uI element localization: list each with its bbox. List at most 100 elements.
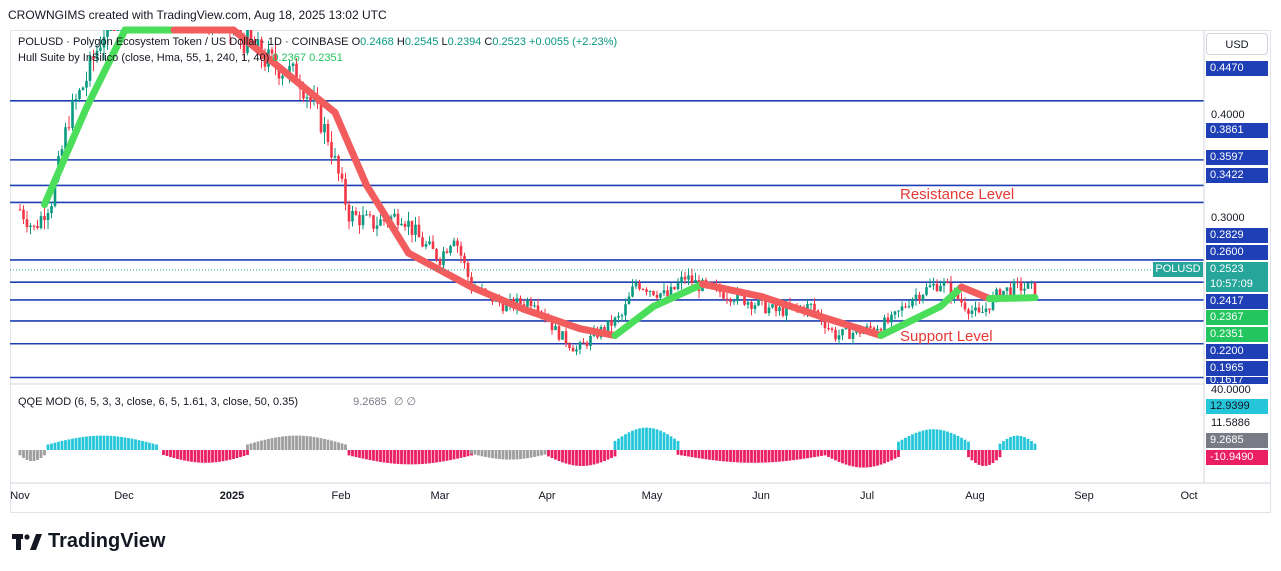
qqe-bar bbox=[757, 450, 760, 463]
level-label: 0.1965 bbox=[1206, 361, 1268, 376]
qqe-bar bbox=[631, 430, 634, 450]
candle-body bbox=[417, 224, 421, 238]
qqe-bar bbox=[470, 450, 473, 454]
qqe-bar bbox=[596, 450, 599, 464]
qqe-bar bbox=[417, 450, 421, 465]
low-value: 0.2394 bbox=[447, 36, 482, 48]
qqe-bar bbox=[263, 439, 267, 450]
candle-body bbox=[337, 156, 340, 174]
qqe-bar bbox=[753, 450, 757, 463]
qqe-bar bbox=[907, 435, 911, 450]
qqe-bar bbox=[960, 437, 963, 450]
qqe-bar bbox=[687, 450, 690, 457]
resistance-annotation: Resistance Level bbox=[900, 186, 1015, 203]
candle-body bbox=[407, 220, 410, 227]
support-annotation: Support Level bbox=[900, 328, 993, 345]
candle-body bbox=[1016, 281, 1019, 283]
qqe-bar bbox=[708, 450, 711, 460]
qqe-bar bbox=[389, 450, 393, 464]
time-tick: Jul bbox=[859, 490, 875, 502]
qqe-bar bbox=[302, 435, 305, 450]
candle-body bbox=[886, 317, 890, 323]
candle-body bbox=[778, 307, 781, 312]
time-tick: Dec bbox=[114, 490, 134, 502]
candle-body bbox=[319, 103, 323, 133]
change-value: +0.0055 (+2.23%) bbox=[529, 36, 618, 48]
qqe-bar bbox=[963, 439, 967, 450]
high-label: H bbox=[396, 36, 405, 48]
qqe-label: QQE MOD (6, 5, 3, 3, close, 6, 5, 1.61, … bbox=[18, 396, 299, 408]
candle-body bbox=[463, 255, 466, 263]
qqe-bar bbox=[305, 436, 309, 450]
qqe-bar bbox=[211, 450, 214, 463]
candle-body bbox=[722, 292, 725, 299]
qqe-bar bbox=[935, 429, 939, 450]
candle-body bbox=[330, 142, 333, 158]
qqe-red-badge: -10.9490 bbox=[1206, 450, 1268, 465]
qqe-bar bbox=[267, 438, 270, 450]
candle-body bbox=[655, 294, 659, 298]
candle-body bbox=[1012, 281, 1016, 297]
candle-body bbox=[935, 283, 939, 292]
candle-body bbox=[676, 283, 680, 290]
candle-body bbox=[449, 246, 452, 253]
qqe-bar bbox=[603, 450, 606, 462]
bar-countdown: 10:57:09 bbox=[1210, 278, 1253, 290]
qqe-bar bbox=[53, 442, 57, 450]
qqe-bar bbox=[718, 450, 722, 461]
candle-body bbox=[340, 173, 344, 179]
qqe-bar bbox=[1012, 435, 1016, 450]
candle-body bbox=[984, 308, 988, 312]
level-label: 0.2417 bbox=[1206, 294, 1268, 309]
qqe-bar bbox=[778, 450, 781, 462]
candle-body bbox=[50, 205, 53, 214]
qqe-bar bbox=[543, 450, 547, 455]
qqe-bar bbox=[179, 450, 183, 460]
qqe-bar bbox=[585, 450, 589, 466]
candle-body bbox=[529, 300, 533, 307]
candle-body bbox=[78, 89, 81, 100]
qqe-legend[interactable]: QQE MOD (6, 5, 3, 3, close, 6, 5, 1.61, … bbox=[18, 395, 416, 408]
tradingview-brand[interactable]: TradingView bbox=[12, 530, 165, 553]
qqe-bar bbox=[477, 450, 480, 456]
candle-body bbox=[610, 320, 613, 326]
candle-body bbox=[974, 307, 977, 311]
candle-body bbox=[841, 329, 844, 336]
candle-body bbox=[589, 335, 592, 347]
qqe-bar bbox=[767, 450, 771, 463]
hull-legend[interactable]: Hull Suite by InSilico (close, Hma, 55, … bbox=[18, 52, 343, 64]
qqe-bar bbox=[414, 450, 417, 465]
time-tick: Aug bbox=[965, 490, 985, 502]
candle-body bbox=[368, 214, 372, 216]
candle-body bbox=[687, 275, 690, 280]
qqe-bar bbox=[620, 436, 624, 450]
qqe-bar bbox=[977, 450, 981, 465]
price-chart-canvas[interactable] bbox=[0, 0, 1281, 571]
qqe-bar bbox=[575, 450, 578, 466]
candle-body bbox=[571, 347, 575, 352]
time-tick: Nov bbox=[10, 490, 30, 502]
candle-body bbox=[652, 290, 655, 295]
qqe-bar bbox=[512, 450, 515, 460]
qqe-bar bbox=[1016, 435, 1019, 450]
qqe-bar bbox=[102, 435, 106, 450]
candle-body bbox=[921, 294, 925, 301]
candle-body bbox=[358, 214, 361, 226]
qqe-bar bbox=[18, 450, 22, 456]
qqe-value: 9.2685 bbox=[353, 396, 387, 408]
qqe-bar bbox=[442, 450, 445, 462]
qqe-bar bbox=[897, 441, 900, 450]
hull-segment bbox=[41, 104, 90, 209]
qqe-bar bbox=[571, 450, 575, 466]
candle-body bbox=[452, 240, 456, 247]
symbol-legend[interactable]: POLUSD · Polygon Ecosystem Token / US Do… bbox=[18, 36, 617, 48]
open-label: O bbox=[351, 36, 361, 48]
qqe-bar bbox=[858, 450, 862, 468]
currency-selector[interactable]: USD bbox=[1206, 33, 1268, 55]
qqe-bar bbox=[582, 450, 585, 466]
qqe-bar bbox=[274, 437, 277, 450]
high-value: 0.2545 bbox=[404, 36, 439, 48]
qqe-bar bbox=[85, 436, 88, 450]
qqe-bar bbox=[781, 450, 785, 462]
qqe-bar bbox=[249, 443, 253, 450]
